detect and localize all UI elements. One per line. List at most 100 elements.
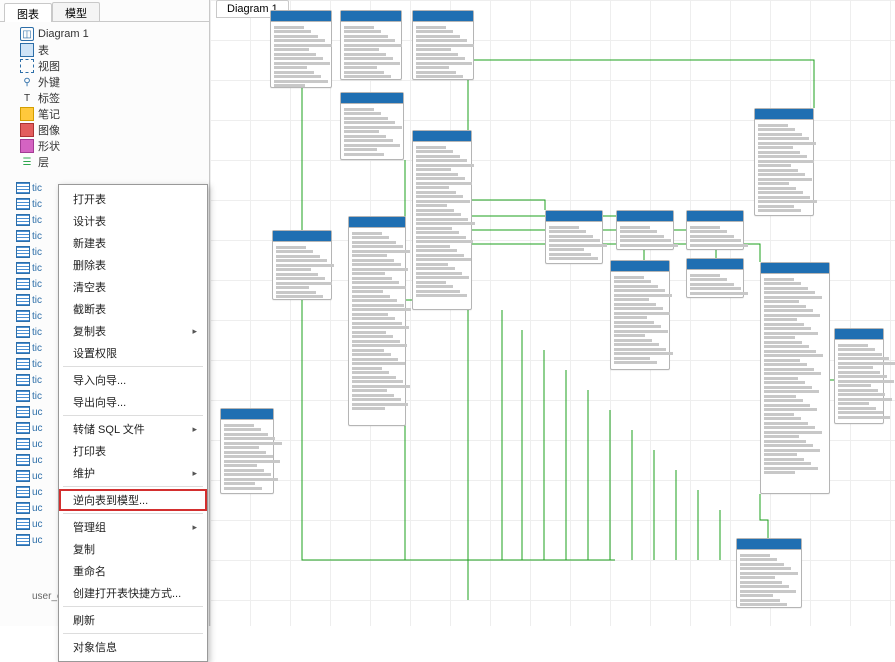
erd-table-body <box>271 22 331 91</box>
tree-item-diagram1[interactable]: ◫ Diagram 1 <box>0 26 209 42</box>
erd-table-box[interactable] <box>736 538 802 608</box>
menu-truncate[interactable]: 截断表 <box>59 298 207 320</box>
table-list-label: tic <box>32 279 42 290</box>
erd-table-box[interactable] <box>686 210 744 250</box>
table-list-row[interactable]: tic <box>16 372 56 388</box>
shape-icon <box>20 139 34 153</box>
tab-diagram[interactable]: 图表 <box>4 3 52 22</box>
erd-table-body <box>755 120 813 216</box>
table-icon <box>16 534 30 546</box>
erd-table-box[interactable] <box>220 408 274 494</box>
menu-new-table[interactable]: 新建表 <box>59 232 207 254</box>
menu-design-table[interactable]: 设计表 <box>59 210 207 232</box>
erd-table-body <box>341 22 401 82</box>
table-icon <box>16 182 30 194</box>
erd-table-header <box>349 217 405 228</box>
menu-rename[interactable]: 重命名 <box>59 560 207 582</box>
tree-item-foreignkey[interactable]: ⚲ 外键 <box>0 74 209 90</box>
erd-table-box[interactable] <box>610 260 670 370</box>
menu-print-table[interactable]: 打印表 <box>59 440 207 462</box>
erd-table-box[interactable] <box>545 210 603 264</box>
tree-item-layer[interactable]: ☰ 层 <box>0 154 209 170</box>
table-list-row[interactable]: tic <box>16 180 56 196</box>
tree-item-table[interactable]: 表 <box>0 42 209 58</box>
menu-maintain[interactable]: 维护 <box>59 462 207 484</box>
erd-table-body <box>737 550 801 610</box>
layer-icon: ☰ <box>20 155 34 169</box>
menu-object-info[interactable]: 对象信息 <box>59 636 207 658</box>
menu-copy-table[interactable]: 复制表 <box>59 320 207 342</box>
erd-table-box[interactable] <box>412 130 472 310</box>
table-list-row[interactable]: tic <box>16 196 56 212</box>
table-list-row[interactable]: tic <box>16 228 56 244</box>
erd-table-box[interactable] <box>686 258 744 298</box>
menu-privilege[interactable]: 设置权限 <box>59 342 207 364</box>
erd-table-box[interactable] <box>348 216 406 426</box>
table-list-row[interactable]: uc <box>16 436 56 452</box>
table-list-row[interactable]: uc <box>16 452 56 468</box>
erd-table-box[interactable] <box>754 108 814 216</box>
label-icon: T <box>20 91 34 105</box>
erd-table-header <box>737 539 801 550</box>
image-icon <box>20 123 34 137</box>
table-list-row[interactable]: tic <box>16 276 56 292</box>
menu-create-shortcut[interactable]: 创建打开表快捷方式... <box>59 582 207 604</box>
table-list-label: uc <box>32 519 43 530</box>
menu-export-wizard[interactable]: 导出向导... <box>59 391 207 413</box>
tree-item-view[interactable]: 视图 <box>0 58 209 74</box>
table-list-row[interactable]: tic <box>16 292 56 308</box>
table-icon <box>16 310 30 322</box>
table-list-row[interactable]: tic <box>16 308 56 324</box>
table-list-row[interactable]: uc <box>16 468 56 484</box>
menu-refresh[interactable]: 刷新 <box>59 609 207 631</box>
table-list-row[interactable]: tic <box>16 212 56 228</box>
table-list-row[interactable]: uc <box>16 484 56 500</box>
erd-table-box[interactable] <box>616 210 674 250</box>
menu-import-wizard[interactable]: 导入向导... <box>59 369 207 391</box>
menu-empty-table[interactable]: 清空表 <box>59 276 207 298</box>
tree-item-note[interactable]: 笔记 <box>0 106 209 122</box>
erd-table-box[interactable] <box>272 230 332 300</box>
tab-model[interactable]: 模型 <box>52 2 100 21</box>
erd-table-header <box>546 211 602 222</box>
menu-delete-table[interactable]: 删除表 <box>59 254 207 276</box>
table-list-label: tic <box>32 343 42 354</box>
table-list-row[interactable]: tic <box>16 356 56 372</box>
erd-table-body <box>273 242 331 302</box>
table-list-row[interactable]: tic <box>16 340 56 356</box>
table-list-row[interactable]: uc <box>16 532 56 548</box>
erd-table-box[interactable] <box>834 328 884 424</box>
table-icon <box>16 342 30 354</box>
tree-label: 表 <box>38 42 49 58</box>
erd-table-box[interactable] <box>270 10 332 88</box>
table-list-row[interactable]: tic <box>16 324 56 340</box>
table-list-row[interactable]: tic <box>16 388 56 404</box>
table-icon <box>16 518 30 530</box>
table-list-row[interactable]: uc <box>16 420 56 436</box>
erd-table-body <box>221 420 273 493</box>
erd-table-body <box>617 222 673 250</box>
erd-table-box[interactable] <box>340 92 404 160</box>
tree-item-image[interactable]: 图像 <box>0 122 209 138</box>
menu-open-table[interactable]: 打开表 <box>59 188 207 210</box>
tree-item-label[interactable]: T 标签 <box>0 90 209 106</box>
table-list-row[interactable]: uc <box>16 500 56 516</box>
table-list-row[interactable]: tic <box>16 260 56 276</box>
diagram-canvas[interactable]: Diagram 1 <box>210 0 895 626</box>
erd-table-box[interactable] <box>412 10 474 80</box>
menu-dump-sql[interactable]: 转储 SQL 文件 <box>59 418 207 440</box>
table-list-row[interactable]: uc <box>16 404 56 420</box>
table-list-row[interactable]: uc <box>16 516 56 532</box>
table-list-row[interactable]: tic <box>16 244 56 260</box>
menu-reverse-to-model[interactable]: 逆向表到模型... <box>59 489 207 511</box>
menu-manage-group[interactable]: 管理组 <box>59 516 207 538</box>
table-context-menu: 打开表 设计表 新建表 删除表 清空表 截断表 复制表 设置权限 导入向导...… <box>58 184 208 662</box>
tree-label: Diagram 1 <box>38 28 89 40</box>
erd-table-box[interactable] <box>340 10 402 80</box>
erd-table-box[interactable] <box>760 262 830 494</box>
menu-copy[interactable]: 复制 <box>59 538 207 560</box>
tree-item-shape[interactable]: 形状 <box>0 138 209 154</box>
erd-table-header <box>611 261 669 272</box>
tree-label: 标签 <box>38 90 60 106</box>
table-list-label: tic <box>32 295 42 306</box>
